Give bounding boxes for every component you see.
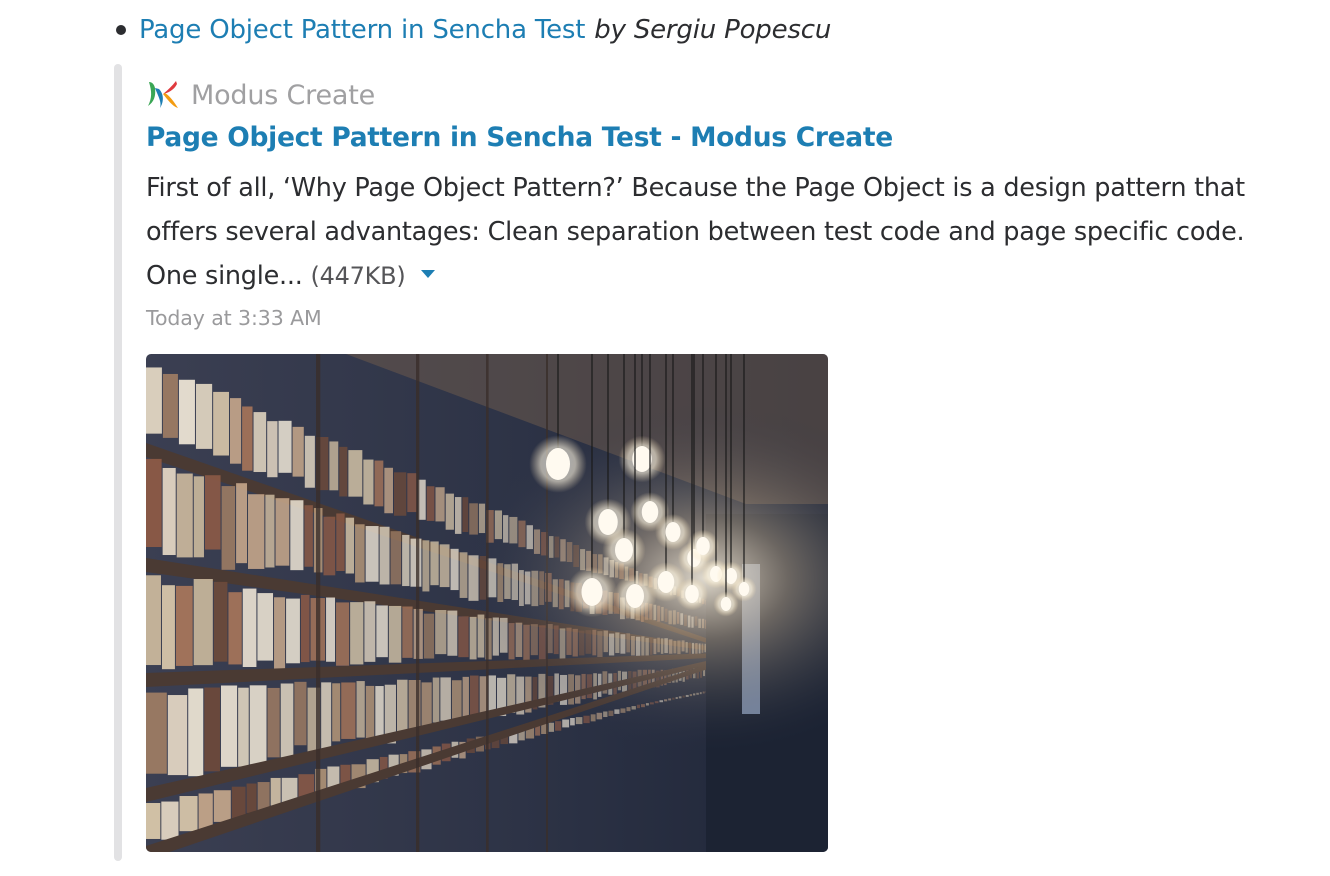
service-name: Modus Create — [191, 79, 376, 111]
list-item: Page Object Pattern in Sencha Test by Se… — [116, 10, 831, 50]
file-size: (447KB) — [310, 262, 406, 290]
light-bulb — [685, 585, 699, 603]
light-bulb — [581, 578, 603, 606]
attachment-title-link[interactable]: Page Object Pattern in Sencha Test - Mod… — [146, 122, 893, 153]
light-bulb — [546, 448, 570, 480]
light-bulb — [657, 571, 675, 593]
light-bulb — [641, 501, 659, 523]
attachment-border — [114, 64, 122, 861]
bullet-icon — [116, 25, 126, 35]
author-byline: by Sergiu Popescu — [594, 15, 832, 45]
attachment-timestamp: Today at 3:33 AM — [146, 306, 322, 330]
library-image — [146, 354, 828, 852]
attachment-preview-image[interactable] — [146, 354, 828, 852]
light-bulb — [626, 584, 644, 608]
modus-create-logo-icon — [148, 81, 178, 108]
attachment-text: First of all, ‘Why Page Object Pattern?’… — [146, 166, 1296, 298]
post-link[interactable]: Page Object Pattern in Sencha Test — [139, 15, 585, 45]
light-bulb — [615, 538, 633, 562]
light-bulb — [720, 597, 732, 611]
caret-down-icon[interactable] — [421, 270, 436, 278]
light-bulb — [738, 582, 750, 596]
light-bulb — [665, 522, 681, 542]
attachment-service: Modus Create — [146, 76, 375, 114]
light-bulb — [696, 537, 710, 555]
